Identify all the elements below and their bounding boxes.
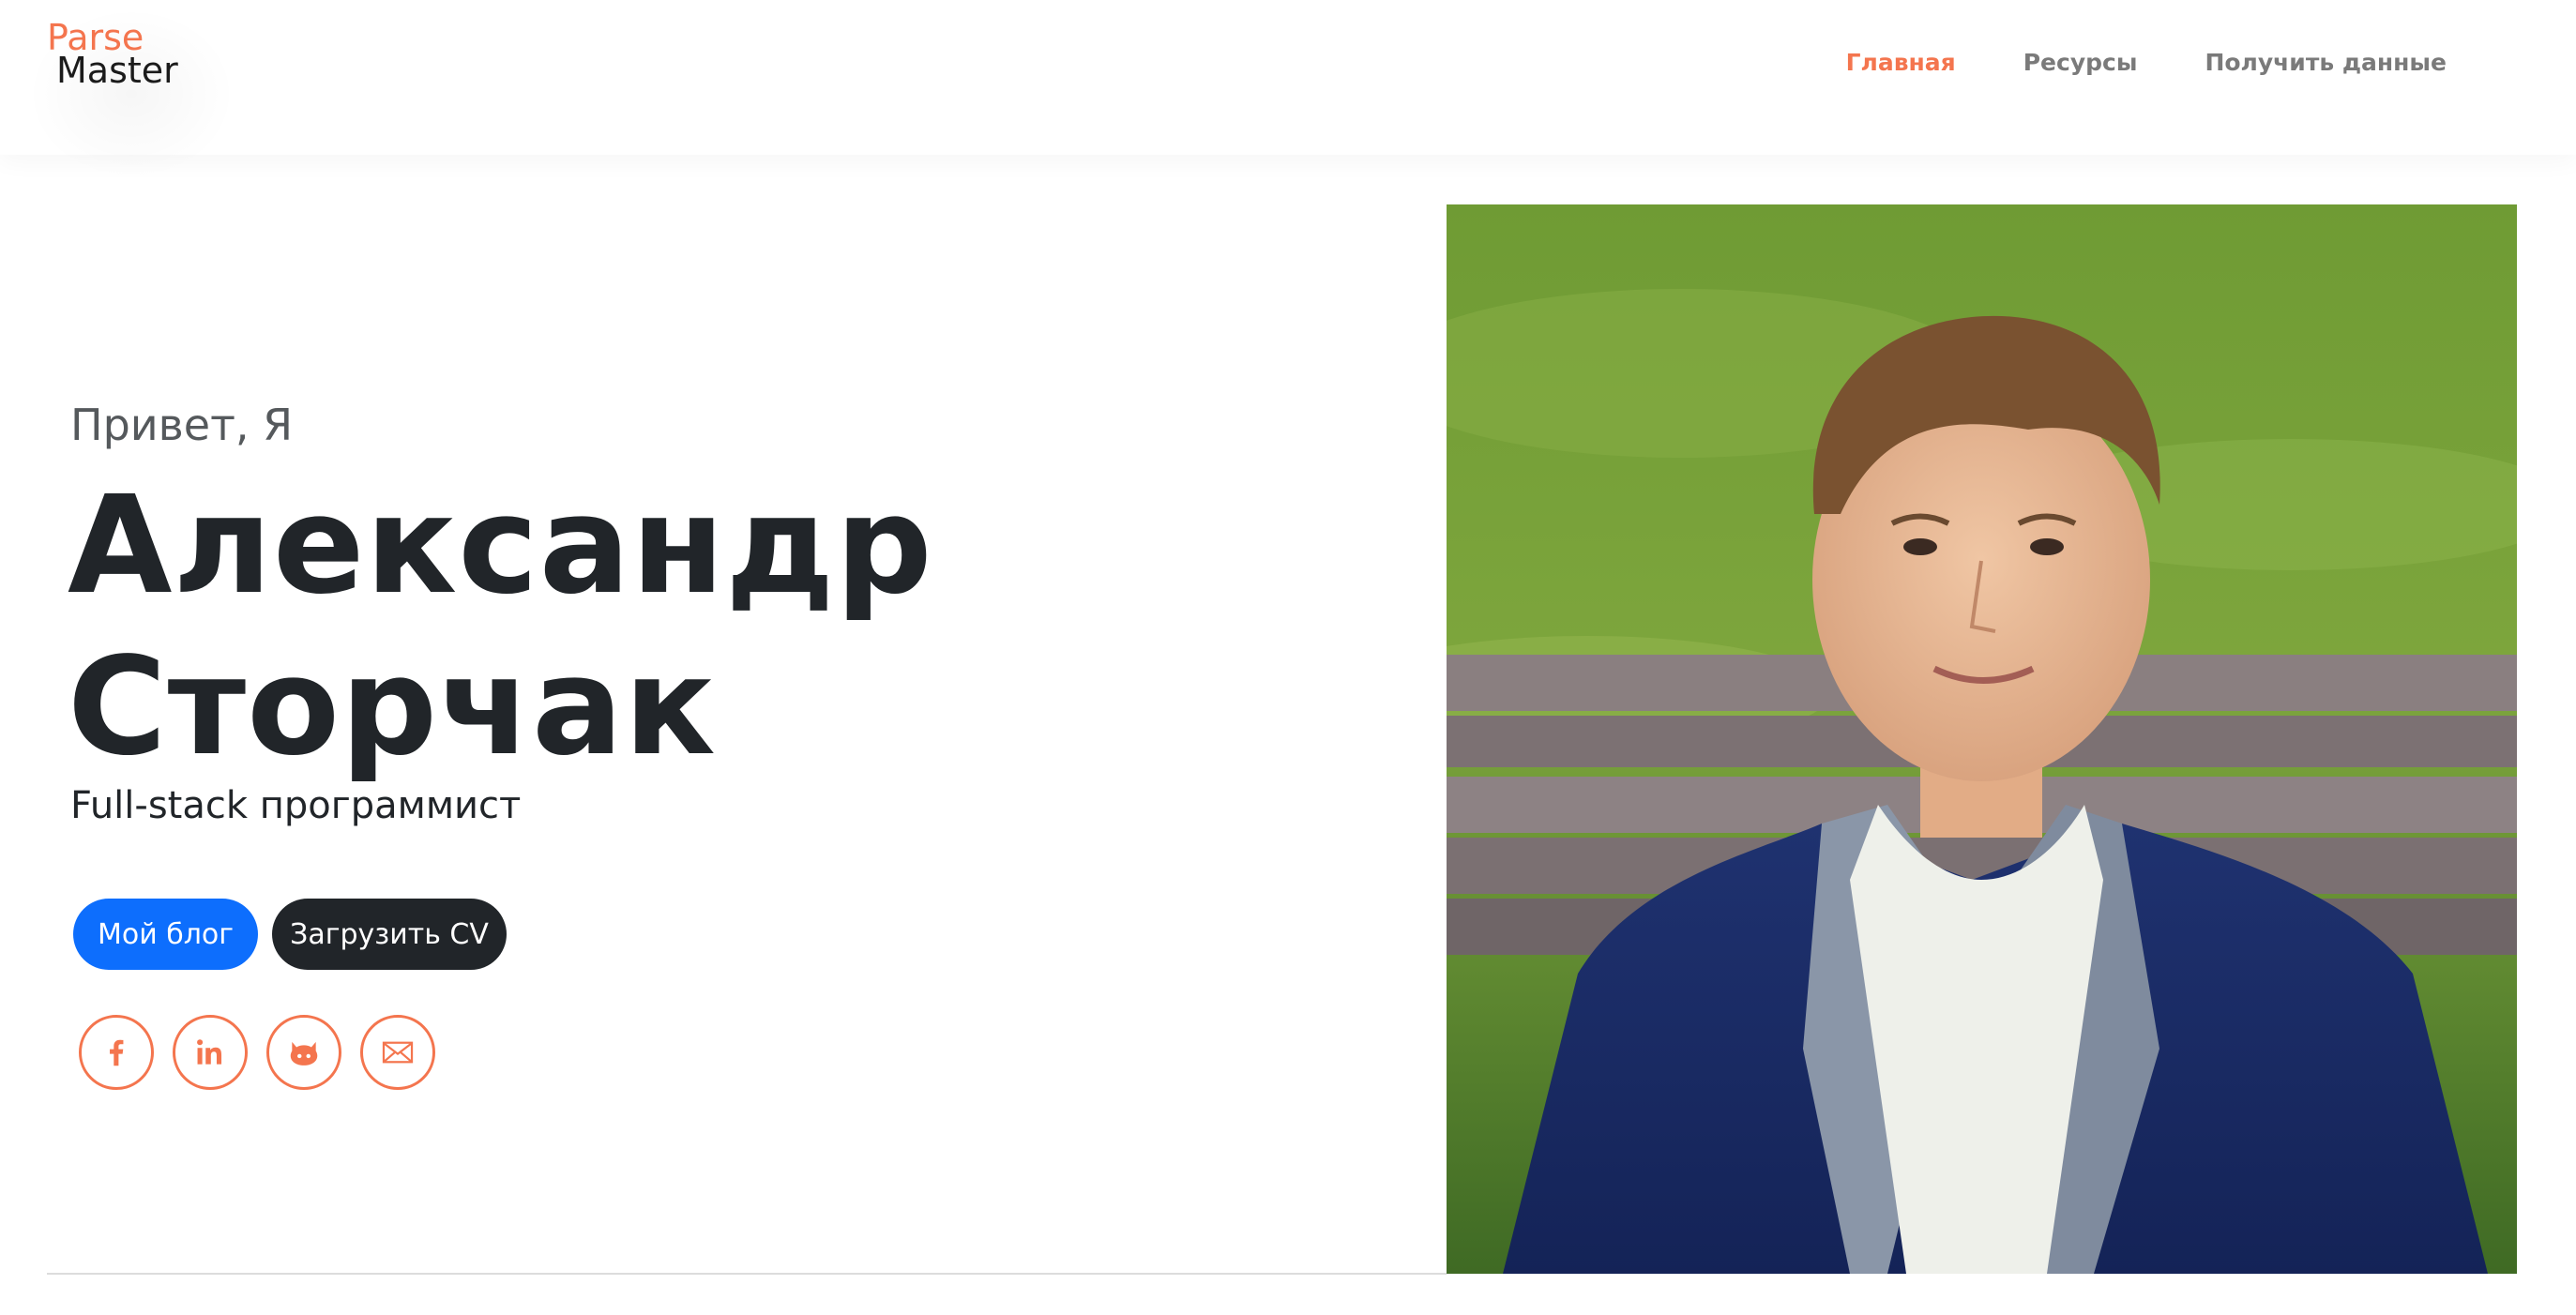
social-links — [79, 1015, 454, 1090]
nav-item-resources[interactable]: Ресурсы — [2023, 47, 2138, 79]
page: Parse Master Главная Ресурсы Получить да… — [0, 0, 2576, 1315]
facebook-link[interactable] — [79, 1015, 154, 1090]
profile-photo — [1447, 204, 2517, 1274]
mail-icon — [382, 1041, 414, 1064]
linkedin-link[interactable] — [173, 1015, 248, 1090]
section-divider — [47, 1273, 1447, 1275]
nav-item-home[interactable]: Главная — [1846, 47, 1956, 79]
facebook-icon — [110, 1039, 124, 1066]
site-header: Parse Master Главная Ресурсы Получить да… — [0, 0, 2576, 188]
nav-item-get-data[interactable]: Получить данные — [2205, 47, 2447, 79]
my-blog-button[interactable]: Мой блог — [73, 899, 258, 970]
hero-last-name: Сторчак — [68, 627, 717, 785]
hero-first-name: Александр — [68, 466, 933, 624]
hero-role: Full-stack программист — [70, 784, 522, 827]
logo-text-master: Master — [56, 50, 178, 91]
download-cv-button[interactable]: Загрузить CV — [272, 899, 507, 970]
github-link[interactable] — [266, 1015, 341, 1090]
profile-photo-illustration — [1447, 204, 2517, 1274]
main-nav: Главная Ресурсы Получить данные — [1779, 47, 2447, 79]
hero-name: Александр Сторчак — [68, 464, 933, 787]
hero-greeting: Привет, Я — [70, 400, 294, 450]
logo-link[interactable]: Parse Master — [47, 17, 216, 101]
github-icon — [290, 1041, 318, 1066]
linkedin-icon — [197, 1039, 222, 1065]
email-link[interactable] — [360, 1015, 435, 1090]
